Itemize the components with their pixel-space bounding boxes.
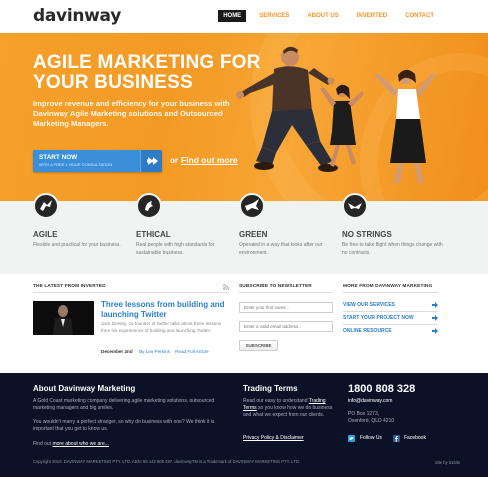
about-paragraph-2: You wouldn't marry a perfect stranger, s… xyxy=(33,419,215,432)
arrow-right-icon xyxy=(140,150,162,172)
follow-us-link[interactable]: Follow Us xyxy=(360,435,382,442)
cta-label: START NOW xyxy=(39,154,78,161)
logo[interactable]: davinway xyxy=(33,6,121,26)
feature-desc: Flexible and practical for your business… xyxy=(33,242,121,248)
hero-banner: AGILE MARKETING FOR YOUR BUSINESS Improv… xyxy=(0,33,488,201)
privacy-policy-link[interactable]: Privacy Policy & Disclaimer xyxy=(243,435,304,441)
email-input[interactable] xyxy=(239,321,333,332)
woman-figure xyxy=(374,69,436,183)
feature-desc: Be free to take flight when things chang… xyxy=(342,242,443,256)
or-text: or xyxy=(170,156,178,165)
twitter-icon[interactable] xyxy=(348,435,355,442)
divider xyxy=(343,292,438,293)
site-footer: About Davinway Marketing A Gold Coast ma… xyxy=(0,373,488,477)
main-nav: HOME SERVICES ABOUT US INVERTED CONTACT xyxy=(218,10,439,22)
divider xyxy=(343,311,438,312)
trading-heading: Trading Terms xyxy=(243,384,298,393)
about-heading: About Davinway Marketing xyxy=(33,384,136,393)
feature-title: GREEN xyxy=(239,230,268,239)
nav-about-us[interactable]: ABOUT US xyxy=(302,10,343,22)
more-link-label: ONLINE RESOURCE xyxy=(343,328,392,334)
hero-description: Improve revenue and efficiency for your … xyxy=(33,99,230,128)
divider xyxy=(33,292,229,293)
latest-heading: THE LATEST FROM INVERTED xyxy=(33,284,106,289)
more-link-label: VIEW OUR SERVICES xyxy=(343,302,395,308)
feature-desc: Operated in a way that looks after our e… xyxy=(239,242,323,256)
post-author-link[interactable]: By Leo Perkins xyxy=(139,349,170,354)
nav-inverted[interactable]: INVERTED xyxy=(352,10,392,22)
post-thumbnail[interactable] xyxy=(33,301,94,335)
post-title-link[interactable]: Three lessons from building and launchin… xyxy=(101,300,226,320)
trading-text-part-2: so you know how we do business and what … xyxy=(243,405,333,418)
subscribe-button[interactable]: SUBSCRIBE xyxy=(239,340,278,351)
post-date: December 2nd xyxy=(101,349,133,354)
site-header: davinway HOME SERVICES ABOUT US INVERTED… xyxy=(0,0,488,33)
online-resource-link[interactable]: ONLINE RESOURCE xyxy=(343,328,438,334)
city-address: Oxenford, QLD 4210 xyxy=(348,418,395,424)
trading-text-part-1: Read our easy to understand xyxy=(243,398,308,404)
nav-contact[interactable]: CONTACT xyxy=(400,10,439,22)
facebook-link[interactable]: Facebook xyxy=(404,435,426,442)
nav-services[interactable]: SERVICES xyxy=(254,10,294,22)
arrow-right-icon xyxy=(432,315,438,321)
cta-sublabel: WITH A FREE 1 HOUR CONSULTATION xyxy=(39,162,113,167)
first-name-input[interactable] xyxy=(239,302,333,313)
bird-icon xyxy=(33,193,59,219)
post-excerpt: Jack Dorsey, co-founder of twitter talks… xyxy=(101,321,222,333)
phone-number: 1800 808 328 xyxy=(348,383,416,395)
nav-home[interactable]: HOME xyxy=(218,10,247,22)
divider xyxy=(343,324,438,325)
feature-desc: Real people with high standards for sust… xyxy=(136,242,215,256)
more-about-us-link[interactable]: more about who we are... xyxy=(52,441,108,447)
arrow-right-icon xyxy=(432,328,438,334)
bird-icon xyxy=(136,193,162,219)
man-figure xyxy=(236,46,338,172)
start-now-button[interactable]: START NOW WITH A FREE 1 HOUR CONSULTATIO… xyxy=(33,150,162,172)
feature-title: ETHICAL xyxy=(136,230,171,239)
newsletter-heading: SUBSCRIBE TO NEWSLETTER xyxy=(239,284,312,289)
rss-icon[interactable] xyxy=(222,284,229,291)
bird-icon xyxy=(239,193,265,219)
feature-title: AGILE xyxy=(33,230,58,239)
email-link[interactable]: info@davinway.com xyxy=(348,398,392,405)
more-heading: MORE FROM DAVINWAY MARKETING xyxy=(343,284,433,289)
start-your-project-link[interactable]: START YOUR PROJECT NOW xyxy=(343,315,438,321)
arrow-right-icon xyxy=(432,302,438,308)
trading-text: Read our easy to understand Trading Term… xyxy=(243,398,338,419)
page: davinway HOME SERVICES ABOUT US INVERTED… xyxy=(0,0,488,477)
copyright: Copyright 2010. DAVINWAY MARKETING PTY. … xyxy=(33,459,301,464)
po-box: PO Box 1273, xyxy=(348,411,380,417)
site-by-link[interactable]: Site by 51bits xyxy=(435,460,460,465)
features-strip: AGILE Flexible and practical for your bu… xyxy=(0,193,488,274)
jumping-people-photo xyxy=(236,46,436,183)
find-out-prefix: Find out xyxy=(33,441,52,447)
about-paragraph-1: A Gold Coast marketing company deliverin… xyxy=(33,398,215,411)
post-meta: December 2nd By Leo Perkins Read Full Ar… xyxy=(101,349,209,354)
divider xyxy=(239,292,333,293)
feature-title: NO STRINGS xyxy=(342,230,392,239)
bird-icon xyxy=(342,193,368,219)
privacy-wrapper: Privacy Policy & Disclaimer xyxy=(243,435,304,442)
more-link-label: START YOUR PROJECT NOW xyxy=(343,315,414,321)
about-find-out: Find out more about who we are... xyxy=(33,441,233,448)
facebook-icon[interactable] xyxy=(393,435,400,442)
view-our-services-link[interactable]: VIEW OUR SERVICES xyxy=(343,302,438,308)
read-full-article-link[interactable]: Read Full Article xyxy=(175,349,208,354)
